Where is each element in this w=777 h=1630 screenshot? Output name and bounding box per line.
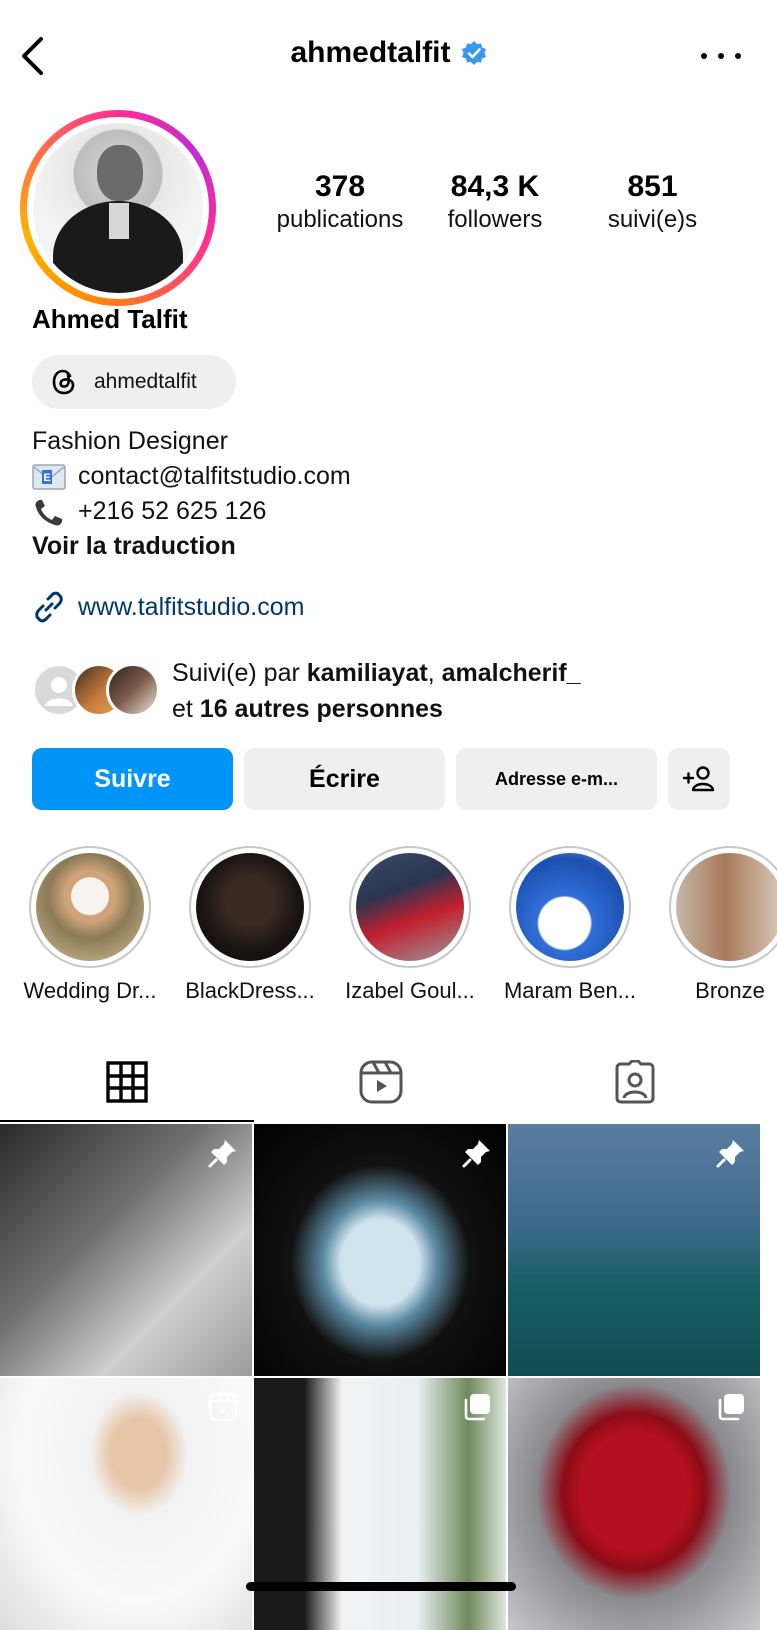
highlight-cover [676,853,777,961]
highlight-cover [196,853,304,961]
profile-title: ahmedtalfit [0,36,777,70]
post-thumbnail[interactable] [254,1124,506,1376]
avatar-ring-gap [27,117,209,299]
followed-others: 16 autres personnes [199,695,443,723]
tab-reels[interactable] [254,1040,508,1124]
post-thumbnail[interactable] [508,1124,760,1376]
see-translation-link[interactable]: Voir la traduction [32,529,236,564]
top-bar: ahmedtalfit [0,0,777,110]
bio-email: contact@talfitstudio.com [78,462,351,490]
active-tab-indicator [0,1120,254,1122]
bio-phone-row: +216 52 625 126 [32,494,351,529]
avatar-story-ring[interactable] [20,110,216,306]
posts-grid [0,1124,777,1630]
bio-email-row: E contact@talfitstudio.com [32,459,351,494]
tab-tagged[interactable] [508,1040,762,1124]
more-horizontal-icon [701,53,707,59]
story-highlights: Wedding Dr... BlackDress... Izabel Goul.… [0,846,777,1016]
highlight-ring [509,846,631,968]
threads-icon [52,369,75,395]
svg-text:E: E [43,472,50,484]
followed-sep: , [427,659,442,687]
followed-user: amalcherif_ [441,659,581,687]
highlight-cover [516,853,624,961]
followed-prefix: Suivi(e) par [172,659,307,687]
followed-by[interactable]: Suivi(e) par kamiliayat, amalcherif_ et … [32,655,752,727]
stat-label: suivi(e)s [607,206,698,233]
carousel-icon [464,1394,490,1421]
stat-value: 84,3 K [450,170,540,203]
bio: Fashion Designer E contact@talfitstudio.… [32,424,351,564]
post-thumbnail[interactable] [254,1378,506,1630]
add-person-icon [682,766,715,792]
followed-et: et [172,695,200,723]
highlight-item[interactable]: Wedding Dr... [10,846,170,1004]
follower-avatar [106,663,160,717]
pin-icon [716,1140,744,1168]
website-link[interactable]: www.talfitstudio.com [32,590,304,624]
highlight-item[interactable]: Maram Ben... [490,846,650,1004]
translate-row: Voir la traduction [32,529,351,564]
highlight-ring [349,846,471,968]
highlight-ring [669,846,777,968]
threads-badge[interactable]: ahmedtalfit [32,355,236,409]
envelope-icon: E [32,463,66,491]
highlight-label: BlackDress... [185,978,315,1003]
stat-value: 378 [314,170,366,203]
bio-title: Fashion Designer [32,427,228,455]
carousel-icon [718,1394,744,1421]
highlight-ring [189,846,311,968]
grid-icon [106,1061,148,1103]
followed-by-text: Suivi(e) par kamiliayat, amalcherif_ et … [172,655,581,727]
post-thumbnail[interactable] [0,1378,252,1630]
stat-followers[interactable]: 84,3 K followers [430,170,560,236]
suggest-people-button[interactable] [668,748,730,810]
highlight-label: Wedding Dr... [23,978,157,1003]
tagged-icon [615,1060,655,1104]
profile-tabs [0,1040,777,1124]
display-name: Ahmed Talfit [32,304,188,334]
highlight-item[interactable]: Izabel Goul... [330,846,490,1004]
post-thumbnail[interactable] [508,1378,760,1630]
highlight-label: Izabel Goul... [345,978,475,1003]
message-button[interactable]: Écrire [244,748,445,810]
follow-button[interactable]: Suivre [32,748,233,810]
highlight-item[interactable]: Bronze [650,846,777,1004]
more-dot [718,53,724,59]
website-url: www.talfitstudio.com [78,592,305,621]
pin-icon [208,1140,236,1168]
link-icon [35,591,63,623]
profile-stats: 378 publications 84,3 K followers 851 su… [270,170,730,240]
verified-badge-icon [461,41,486,65]
highlight-ring [29,846,151,968]
stat-following[interactable]: 851 suivi(e)s [590,170,715,236]
avatar [33,123,203,293]
followed-user: kamiliayat [306,659,428,687]
highlight-label: Maram Ben... [503,978,637,1003]
telephone-icon [32,498,66,526]
highlight-item[interactable]: BlackDress... [170,846,330,1004]
tab-posts-grid[interactable] [0,1040,254,1124]
threads-handle: ahmedtalfit [94,370,197,393]
bio-phone: +216 52 625 126 [78,497,267,525]
email-button[interactable]: Adresse e-m... [456,748,657,810]
pin-icon [462,1140,490,1168]
stat-publications[interactable]: 378 publications [270,170,410,236]
highlight-cover [36,853,144,961]
stat-label: followers [447,206,543,233]
stat-value: 851 [627,170,678,203]
avatar-head [97,145,143,201]
more-dot [735,53,741,59]
bio-line: Fashion Designer [32,424,351,459]
reel-badge-icon [208,1392,238,1422]
home-indicator [246,1582,516,1591]
stat-label: publications [276,206,404,233]
username-title: ahmedtalfit [290,36,451,69]
reels-icon [359,1060,403,1104]
avatar-shirt [109,203,129,239]
highlight-cover [356,853,464,961]
highlight-label: Bronze [695,978,765,1003]
post-thumbnail[interactable] [0,1124,252,1376]
more-options-button[interactable] [701,44,741,68]
